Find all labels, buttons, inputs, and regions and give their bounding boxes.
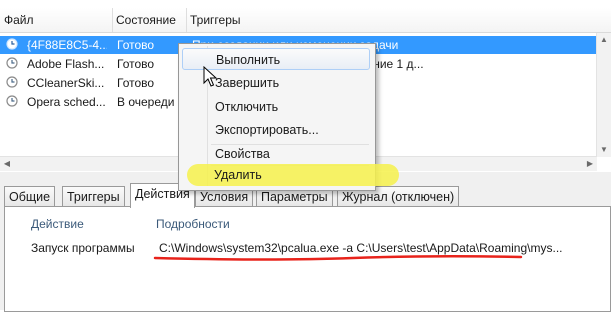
- tab-general[interactable]: Общие: [4, 186, 56, 207]
- scroll-down-icon[interactable]: ▼: [597, 143, 611, 157]
- scroll-left-icon[interactable]: ◀: [0, 157, 14, 171]
- menu-item-disable[interactable]: Отключить: [215, 96, 278, 118]
- task-clock-icon: [6, 38, 18, 50]
- column-header-file[interactable]: Файл: [0, 8, 113, 32]
- details-header: Действие Подробности: [9, 213, 599, 235]
- task-state: Готово: [117, 38, 155, 52]
- actions-panel: Действие Подробности Запуск программы C:…: [4, 206, 611, 312]
- task-name: Adobe Flash...: [27, 57, 105, 71]
- task-clock-icon: [6, 95, 18, 107]
- vertical-scrollbar[interactable]: ▲ ▼: [596, 33, 611, 157]
- task-clock-icon: [6, 76, 18, 88]
- task-name: Opera sched...: [27, 95, 106, 109]
- scroll-up-icon[interactable]: ▲: [597, 33, 611, 47]
- task-name: {4F88E8C5-4...: [27, 38, 107, 52]
- column-header-state[interactable]: Состояние: [112, 8, 187, 32]
- column-header-triggers[interactable]: Триггеры: [186, 8, 600, 32]
- red-underline: [153, 254, 523, 261]
- menu-item-properties[interactable]: Свойства: [215, 143, 270, 165]
- menu-item-export[interactable]: Экспортировать...: [215, 119, 319, 141]
- task-state: Готово: [117, 76, 155, 90]
- task-clock-icon: [6, 57, 18, 69]
- menu-item-delete[interactable]: Удалить: [214, 164, 262, 186]
- list-header: Файл Состояние Триггеры: [0, 8, 611, 33]
- scroll-right-icon[interactable]: ▶: [583, 157, 597, 171]
- task-state: В очереди: [117, 95, 175, 109]
- mouse-cursor-icon: [203, 66, 217, 87]
- action-type: Запуск программы: [31, 241, 135, 255]
- task-state: Готово: [117, 57, 155, 71]
- task-name: CCleanerSki...: [27, 76, 105, 90]
- header-action: Действие: [31, 217, 84, 231]
- header-details: Подробности: [156, 217, 230, 231]
- menu-item-end[interactable]: Завершить: [215, 72, 279, 94]
- tab-triggers[interactable]: Триггеры: [62, 186, 125, 207]
